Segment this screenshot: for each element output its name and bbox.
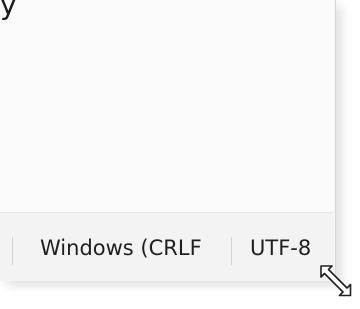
status-bar: Windows (CRLF UTF-8 <box>0 212 334 281</box>
line-ending-indicator[interactable]: Windows (CRLF <box>40 233 230 263</box>
encoding-indicator[interactable]: UTF-8 <box>250 233 330 263</box>
header-text-fragment: y <box>0 0 17 21</box>
status-separator <box>231 237 232 265</box>
diagonal-resize-arrow-icon[interactable] <box>318 263 358 299</box>
status-separator <box>12 237 13 265</box>
editor-window: Windows (CRLF UTF-8 <box>0 0 336 281</box>
editor-text-area[interactable] <box>0 0 334 212</box>
